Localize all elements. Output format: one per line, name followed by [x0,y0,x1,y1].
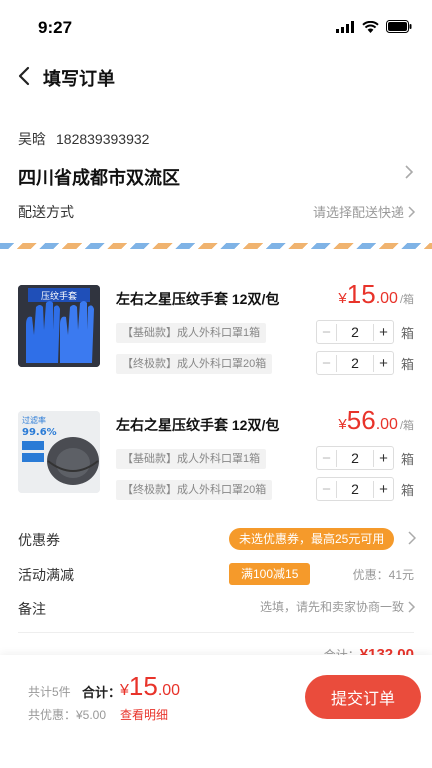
increase-button[interactable]: + [373,323,393,341]
chevron-left-icon [18,66,30,86]
wifi-icon [362,20,379,33]
product-name: 左右之星压纹手套 12双/包 [116,291,280,307]
variant-label: 【基础款】成人外科口罩1箱 [116,449,267,469]
shipping-value: 请选择配送快递 [312,205,404,220]
status-bar: 9:27 [0,0,432,52]
quantity-stepper[interactable]: − 2 + [316,351,394,375]
signal-icon [336,20,354,33]
quantity-stepper[interactable]: − 2 + [316,320,394,344]
contact-phone: 182839393932 [56,131,150,147]
address-region[interactable]: 四川省成都市双流区 [18,164,180,190]
total-discount: 共优惠：¥5.00 [28,708,107,722]
quantity-value[interactable]: 2 [337,324,373,340]
product-image: 过滤率 99.6% [18,411,100,493]
chevron-right-icon[interactable] [404,164,414,180]
divider [18,632,414,633]
chevron-right-icon[interactable] [408,531,416,545]
product-card: 过滤率 99.6% 左右之星压纹手套 12双/包 ¥56.00/箱 【基础款】成… [0,405,432,511]
variant-label: 【终极款】成人外科口罩20箱 [116,354,273,374]
remark-placeholder: 选填，请先和卖家协商一致 [259,600,404,614]
promotion-discount: 优惠：41元 [352,568,414,582]
status-time: 9:27 [38,18,73,37]
total-label: 合计： [82,685,122,700]
promotion-badge: 满100减15 [229,563,311,585]
variant-label: 【基础款】成人外科口罩1箱 [116,323,267,343]
decrease-button[interactable]: − [317,449,337,467]
increase-button[interactable]: + [373,449,393,467]
quantity-value[interactable]: 2 [337,355,373,371]
back-button[interactable] [14,62,38,90]
variant-label: 【终极款】成人外科口罩20箱 [116,480,273,500]
quantity-unit: 箱 [401,483,415,498]
coupon-label: 优惠券 [18,532,60,548]
product-image: 压纹手套 [18,285,100,367]
quantity-stepper[interactable]: − 2 + [316,446,394,470]
address-stripe-divider [0,243,432,249]
chevron-right-icon [408,205,416,218]
shipping-selector[interactable]: 请选择配送快递 [313,202,416,221]
battery-icon [386,20,412,33]
product-price: ¥15.00/箱 [338,279,414,309]
checkout-footer: 共计5件 合计： ¥15.00 共优惠：¥5.00 查看明细 提交订单 [0,655,432,768]
product-name: 左右之星压纹手套 12双/包 [116,417,280,433]
quantity-stepper[interactable]: − 2 + [316,477,394,501]
mask-image: 过滤率 99.6% [18,411,100,493]
address-contact[interactable]: 吴晗 182839393932 [18,129,149,149]
status-icons [336,20,412,33]
nav-bar: 填写订单 [0,56,432,96]
quantity-unit: 箱 [401,326,415,341]
product-image-rate: 99.6% [22,427,57,438]
product-image-caption: 过滤率 [22,415,46,425]
increase-button[interactable]: + [373,480,393,498]
coupon-selector[interactable]: 未选优惠券，最高25元可用 [229,528,395,550]
total-amount: ¥15.00 [120,671,181,701]
contact-name: 吴晗 [18,131,46,147]
decrease-button[interactable]: − [317,323,337,341]
product-card: 压纹手套 左右之星压纹手套 12双/包 ¥15.00/箱 【基础款】成人外科口罩… [0,279,432,385]
quantity-unit: 箱 [401,357,415,372]
decrease-button[interactable]: − [317,480,337,498]
quantity-unit: 箱 [401,452,415,467]
remark-input[interactable]: 选填，请先和卖家协商一致 [260,598,416,615]
increase-button[interactable]: + [373,354,393,372]
glove-image: 压纹手套 [18,285,100,367]
decrease-button[interactable]: − [317,354,337,372]
product-image-caption: 压纹手套 [41,290,77,302]
page-title: 填写订单 [43,69,115,89]
remark-label: 备注 [18,601,46,617]
item-count: 共计5件 [28,685,71,699]
submit-order-button[interactable]: 提交订单 [305,675,421,719]
chevron-right-icon [408,600,416,613]
quantity-value[interactable]: 2 [337,450,373,466]
view-details-link[interactable]: 查看明细 [120,706,168,723]
promotion-label: 活动满减 [18,567,74,583]
shipping-label: 配送方式 [18,204,74,220]
product-price: ¥56.00/箱 [338,405,414,435]
quantity-value[interactable]: 2 [337,481,373,497]
